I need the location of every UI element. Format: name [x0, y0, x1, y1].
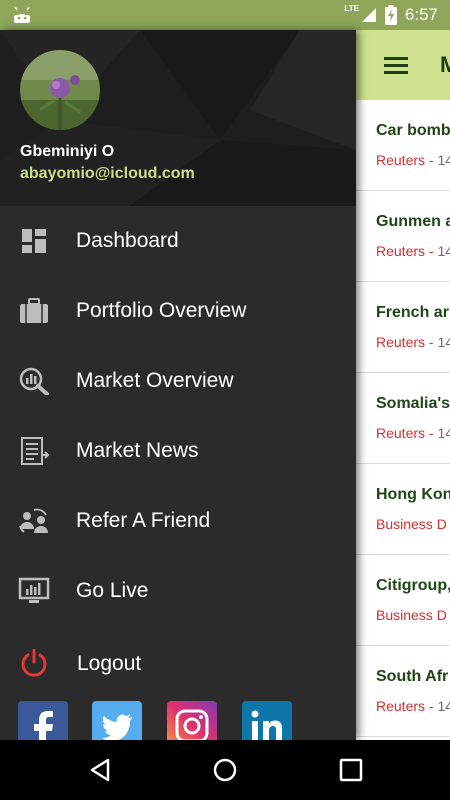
dashboard-icon — [22, 229, 46, 253]
news-item[interactable]: Gunmen a Reuters - 14 — [356, 191, 450, 282]
menu-item-label: Portfolio Overview — [76, 299, 247, 322]
news-meta: Reuters - 14 — [376, 152, 450, 168]
hamburger-menu-icon[interactable] — [384, 57, 408, 75]
drawer-menu: Dashboard Portfolio Overview Market Over… — [0, 206, 356, 696]
news-item[interactable]: Hong Kon Business D — [356, 464, 450, 555]
news-meta: Reuters - 14 — [376, 334, 450, 350]
menu-item-label: Refer A Friend — [76, 509, 211, 532]
menu-item-dashboard[interactable]: Dashboard — [0, 206, 356, 276]
status-bar: LTE 6:57 — [0, 0, 450, 30]
navigation-drawer: Gbeminiyi O abayomio@icloud.com Dashboar… — [0, 30, 356, 740]
news-title: Car bomb — [376, 122, 450, 139]
menu-item-label: Go Live — [76, 579, 149, 602]
menu-item-market-overview[interactable]: Market Overview — [0, 346, 356, 416]
news-meta: Business D — [376, 607, 447, 623]
menu-item-market-news[interactable]: Market News — [0, 416, 356, 486]
social-links — [0, 698, 356, 740]
news-meta: Reuters - 14 — [376, 425, 450, 441]
market-search-icon — [19, 367, 49, 395]
avatar[interactable] — [20, 50, 100, 130]
recents-icon[interactable] — [338, 757, 364, 783]
news-title: French ar — [376, 304, 449, 321]
user-name: Gbeminiyi O — [20, 143, 115, 160]
news-item[interactable]: Car bomb Reuters - 14 — [356, 100, 450, 191]
menu-item-label: Dashboard — [76, 229, 179, 252]
menu-item-label: Market News — [76, 439, 199, 462]
news-title: Citigroup, — [376, 577, 450, 594]
menu-item-label: Market Overview — [76, 369, 234, 392]
news-item[interactable]: South Afr Reuters - 14 — [356, 646, 450, 737]
menu-item-go-live[interactable]: Go Live — [0, 556, 356, 626]
news-item[interactable]: Somalia's Reuters - 14 — [356, 373, 450, 464]
news-title: Somalia's — [376, 395, 450, 412]
news-title: South Afr — [376, 668, 449, 685]
news-meta: Reuters - 14 — [376, 698, 450, 714]
menu-item-portfolio-overview[interactable]: Portfolio Overview — [0, 276, 356, 346]
signal-icon — [361, 8, 376, 22]
news-title: Hong Kon — [376, 486, 450, 503]
android-icon — [14, 6, 30, 23]
battery-charging-icon — [384, 5, 397, 25]
linkedin-icon[interactable] — [242, 701, 292, 740]
menu-item-logout[interactable]: Logout — [0, 626, 356, 696]
back-icon[interactable] — [87, 757, 113, 783]
toolbar-title-fragment: M — [440, 52, 450, 77]
facebook-icon[interactable] — [18, 701, 68, 740]
news-item[interactable]: Citigroup, Business D — [356, 555, 450, 646]
news-item[interactable]: French ar Reuters - 14 — [356, 282, 450, 373]
network-type: LTE — [344, 3, 359, 13]
instagram-icon[interactable] — [167, 701, 217, 740]
twitter-icon[interactable] — [92, 701, 142, 740]
news-meta: Reuters - 14 — [376, 243, 450, 259]
refer-icon — [19, 508, 48, 533]
news-title: Gunmen a — [376, 213, 450, 230]
user-email: abayomio@icloud.com — [20, 165, 195, 182]
menu-item-label: Logout — [77, 652, 142, 675]
briefcase-icon — [20, 298, 48, 323]
news-icon — [21, 437, 50, 465]
clock: 6:57 — [404, 5, 438, 24]
home-icon[interactable] — [212, 757, 238, 783]
monitor-icon — [18, 577, 50, 603]
news-list: Car bomb Reuters - 14 Gunmen a Reuters -… — [356, 100, 450, 737]
news-meta: Business D — [376, 516, 447, 532]
menu-item-refer-a-friend[interactable]: Refer A Friend — [0, 486, 356, 556]
power-icon — [21, 649, 47, 677]
system-navigation-bar — [0, 740, 450, 800]
drawer-header: Gbeminiyi O abayomio@icloud.com — [0, 30, 356, 206]
